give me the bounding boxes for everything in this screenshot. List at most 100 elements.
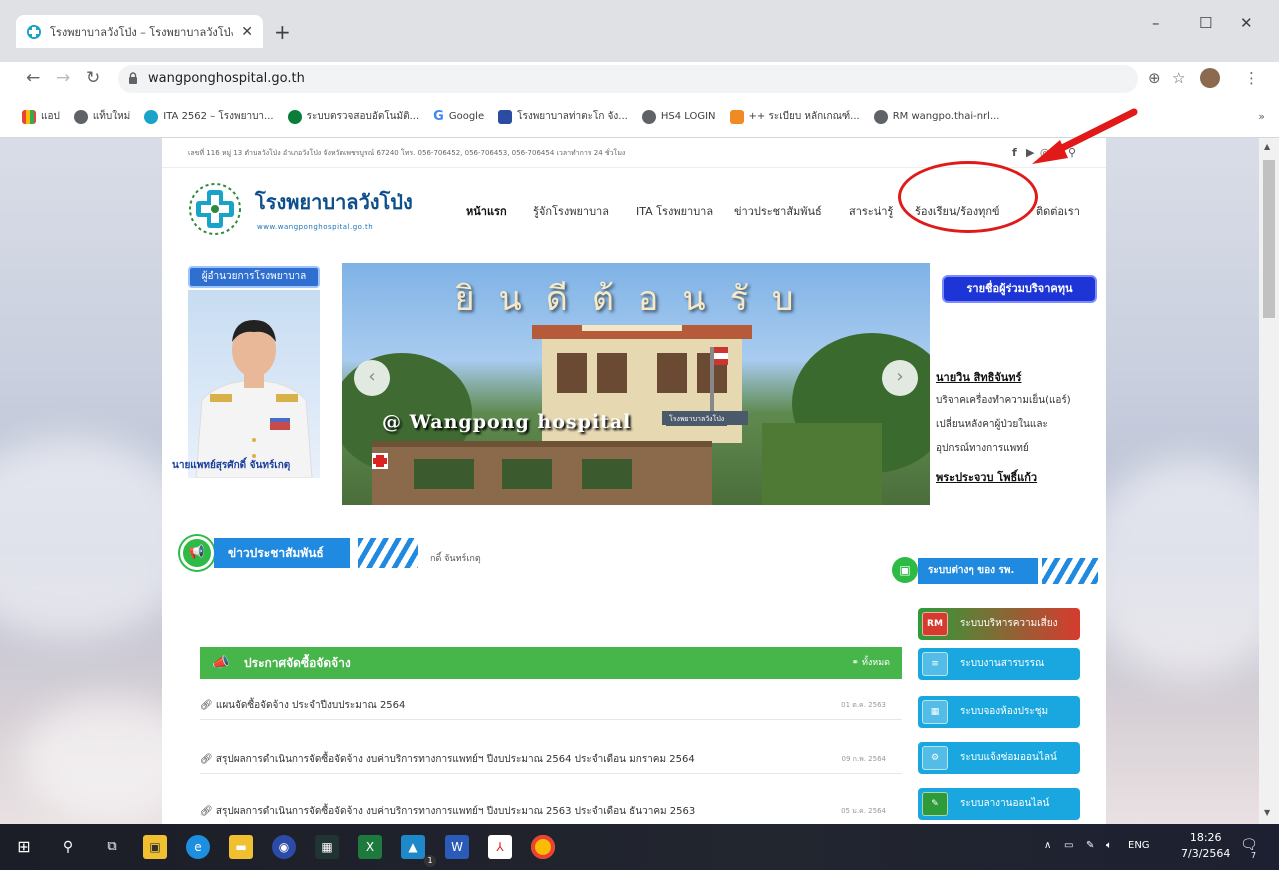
nav-ita[interactable]: ITA โรงพยาบาล <box>636 202 713 220</box>
bookmark-google[interactable]: G Google <box>433 109 484 124</box>
link-icon: ⚭ <box>851 658 862 668</box>
window-close-button[interactable]: ✕ <box>1240 14 1253 32</box>
scroll-thumb[interactable] <box>1263 160 1275 318</box>
bookmark-label: แอป <box>41 111 60 122</box>
app-icon[interactable]: ◉ <box>272 835 296 859</box>
meeting-room-icon: ▦ <box>922 700 948 724</box>
banner-sign: โรงพยาบาลวังโป่ง <box>666 413 728 426</box>
network-icon[interactable]: ▭ <box>1064 840 1073 851</box>
bookmark-regulations[interactable]: ++ ระเบียบ หลักเกณฑ์... <box>729 109 860 124</box>
bookmark-apps[interactable]: แอป <box>22 109 60 124</box>
nav-home[interactable]: หน้าแรก <box>466 202 507 220</box>
maximize-button[interactable]: ☐ <box>1199 14 1212 32</box>
search-icon[interactable]: ⚲ <box>56 835 80 859</box>
tray-chevron-icon[interactable]: ∧ <box>1044 840 1051 851</box>
carousel-next-button[interactable]: › <box>882 360 918 396</box>
scroll-down-arrow-icon[interactable]: ▼ <box>1264 808 1270 817</box>
site-title[interactable]: โรงพยาบาลวังโป่ง <box>255 186 413 218</box>
procurement-item[interactable]: 🔗︎ สรุปผลการดำเนินการจัดซื้อจัดจ้าง งบค่… <box>200 798 902 824</box>
tab-close-icon[interactable]: ✕ <box>241 24 253 40</box>
procurement-item-title: 🔗︎ แผนจัดซื้อจัดจ้าง ประจำปีงบประมาณ 256… <box>200 698 405 713</box>
language-indicator[interactable]: ENG <box>1128 840 1150 851</box>
notification-count: 7 <box>1251 851 1257 860</box>
system-risk-button[interactable]: RM ระบบบริหารความเสี่ยง <box>918 608 1080 640</box>
site-page: เลขที่ 116 หมู่ 13 ตำบลวังโป่ง อำเภอวังโ… <box>162 138 1106 824</box>
procurement-item-text: สรุปผลการดำเนินการจัดซื้อจัดจ้าง งบค่าบร… <box>215 754 695 765</box>
acrobat-icon[interactable]: ⅄ <box>488 835 512 859</box>
file-explorer-icon[interactable]: ▬ <box>229 835 253 859</box>
windows-taskbar: ⊞ ⚲ ⧉ ▣ e ▬ ◉ ▦ X ▲ 1 W ⅄ ∧ ▭ ✎ 🔈︎ ENG 1… <box>0 824 1279 870</box>
back-arrow-icon[interactable]: ← <box>26 68 40 88</box>
paperclip-icon: 🔗︎ <box>200 700 216 711</box>
news-section-title[interactable]: ข่าวประชาสัมพันธ์ <box>214 538 350 568</box>
hospital-logo-icon <box>498 109 513 124</box>
facebook-icon[interactable]: f <box>1012 146 1017 159</box>
donor-name[interactable]: นายวิน สิทธิจันทร์ <box>936 368 1021 386</box>
megaphone-icon: 📢 <box>180 536 214 570</box>
emblem-icon <box>287 109 302 124</box>
forward-arrow-icon[interactable]: → <box>56 68 70 88</box>
bookmark-rm[interactable]: RM wangpo.thai-nrl... <box>873 109 1000 124</box>
system-leave-button[interactable]: ✎ ระบบลางานออนไลน์ <box>918 788 1080 820</box>
word-icon[interactable]: W <box>445 835 469 859</box>
task-view-icon[interactable]: ⧉ <box>100 835 124 859</box>
nav-contact[interactable]: ติดต่อเรา <box>1036 202 1080 220</box>
welcome-banner[interactable]: ยินดีต้อนรับ โรงพยาบาลวังโป่ง @ Wangpong… <box>342 263 930 505</box>
systems-section-title[interactable]: ระบบต่างๆ ของ รพ. <box>918 558 1038 584</box>
photos-icon[interactable]: ▲ <box>401 835 425 859</box>
app-icon[interactable]: ▦ <box>315 835 339 859</box>
view-all-link[interactable]: ⚭ ทั้งหมด <box>852 647 890 679</box>
browser-tab[interactable]: โรงพยาบาลวังโป่ง – โรงพยาบาลวังโป่ง ✕ <box>16 15 263 48</box>
excel-icon[interactable]: X <box>358 835 382 859</box>
bookmark-hs4[interactable]: HS4 LOGIN <box>641 109 716 124</box>
bookmarks-overflow-icon[interactable]: » <box>1258 110 1265 123</box>
bookmark-thatako[interactable]: โรงพยาบาลท่าตะโก จัง... <box>498 109 628 124</box>
system-label: ระบบบริหารความเสี่ยง <box>960 618 1058 629</box>
badge-count: 1 <box>424 855 436 867</box>
page-scrollbar[interactable]: ▲ ▼ <box>1259 138 1279 824</box>
nav-about[interactable]: รู้จักโรงพยาบาล <box>533 202 609 220</box>
profile-avatar[interactable] <box>1200 68 1220 88</box>
bookmark-ita[interactable]: ITA 2562 – โรงพยาบา... <box>144 109 274 124</box>
new-tab-button[interactable]: + <box>274 20 291 44</box>
procurement-item[interactable]: 🔗︎ สรุปผลการดำเนินการจัดซื้อจัดจ้าง งบค่… <box>200 746 902 774</box>
chrome-icon[interactable] <box>531 835 555 859</box>
scroll-up-arrow-icon[interactable]: ▲ <box>1264 142 1270 151</box>
page-viewport: เลขที่ 116 หมู่ 13 ตำบลวังโป่ง อำเภอวังโ… <box>0 138 1259 824</box>
zoom-icon[interactable]: ⊕ <box>1148 69 1161 87</box>
hospital-favicon-icon <box>144 109 159 124</box>
system-label: ระบบลางานออนไลน์ <box>960 798 1050 809</box>
menu-kebab-icon[interactable]: ⋮ <box>1244 69 1259 87</box>
bookmark-label: แท็บใหม่ <box>92 111 131 122</box>
nav-knowledge[interactable]: สาระน่ารู้ <box>849 202 893 220</box>
hospital-logo-icon[interactable] <box>188 180 242 238</box>
reload-icon[interactable]: ↻ <box>86 68 100 88</box>
system-meeting-room-button[interactable]: ▦ ระบบจองห้องประชุม <box>918 696 1080 728</box>
news-ticker[interactable]: กดิ์ จันทร์เกตุ <box>430 551 481 565</box>
windows-start-icon[interactable]: ⊞ <box>12 835 36 859</box>
bookmark-label: HS4 LOGIN <box>660 111 716 122</box>
clock-time: 18:26 <box>1189 831 1222 844</box>
minimize-button[interactable]: – <box>1152 14 1160 32</box>
rm-icon: RM <box>922 612 948 636</box>
donor-name[interactable]: พระประจวบ โพธิ์แก้ว <box>936 468 1037 486</box>
system-clock[interactable]: 18:26 7/3/2564 <box>1181 830 1230 862</box>
procurement-item[interactable]: 🔗︎ แผนจัดซื้อจัดจ้าง ประจำปีงบประมาณ 256… <box>200 692 902 720</box>
system-document-button[interactable]: ≡ ระบบงานสารบรรณ <box>918 648 1080 680</box>
system-repair-button[interactable]: ⚙ ระบบแจ้งซ่อมออนไลน์ <box>918 742 1080 774</box>
address-bar[interactable]: wangponghospital.go.th <box>118 65 1138 93</box>
bookmark-auto-check[interactable]: ระบบตรวจสอบอัตโนมัติ... <box>287 109 419 124</box>
pen-icon[interactable]: ✎ <box>1086 840 1094 851</box>
carousel-prev-button[interactable]: ‹ <box>354 360 390 396</box>
donors-list-button[interactable]: รายชื่อผู้ร่วมบริจาคทุน <box>942 275 1097 303</box>
paperclip-icon: 🔗︎ <box>200 754 216 765</box>
bookmark-label: RM wangpo.thai-nrl... <box>892 111 1000 122</box>
volume-icon[interactable]: 🔈︎ <box>1106 840 1112 851</box>
store-icon[interactable]: ▣ <box>143 835 167 859</box>
bookmark-star-icon[interactable]: ☆ <box>1172 69 1185 87</box>
system-label: ระบบงานสารบรรณ <box>960 658 1045 669</box>
edge-icon[interactable]: e <box>186 835 210 859</box>
nav-news[interactable]: ข่าวประชาสัมพันธ์ <box>734 202 822 220</box>
bookmark-new-tab[interactable]: แท็บใหม่ <box>73 109 131 124</box>
annotation-arrow-icon <box>1032 108 1138 164</box>
